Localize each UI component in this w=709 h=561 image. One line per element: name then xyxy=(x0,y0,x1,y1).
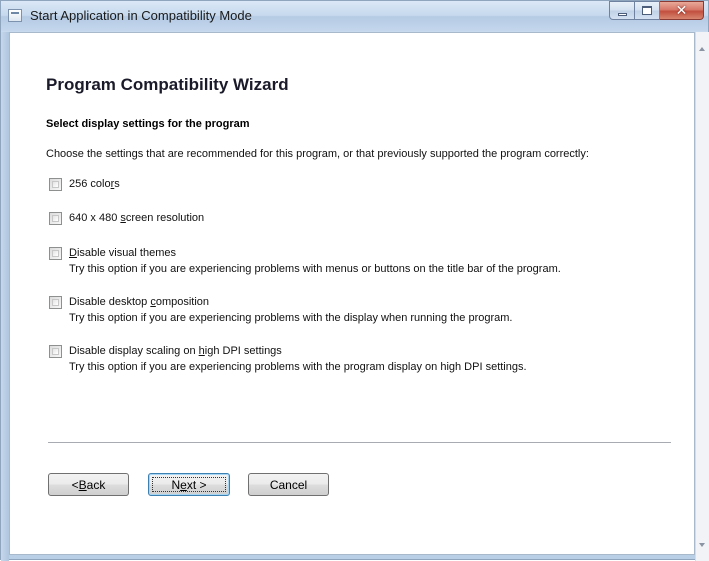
option-label: Disable desktop composition xyxy=(69,296,209,308)
checkbox[interactable] xyxy=(49,296,62,309)
option-label: 640 x 480 screen resolution xyxy=(69,212,204,224)
label-text: omposition xyxy=(155,296,210,308)
checkbox[interactable] xyxy=(49,178,62,191)
option-description: Try this option if you are experiencing … xyxy=(69,312,513,324)
option-description: Try this option if you are experiencing … xyxy=(69,263,561,275)
button-label: < xyxy=(71,477,79,492)
back-button[interactable]: < Back xyxy=(48,473,129,496)
option-label: Disable visual themes xyxy=(69,247,176,259)
checkbox[interactable] xyxy=(49,345,62,358)
label-text: creen resolution xyxy=(125,212,205,224)
window-title: Start Application in Compatibility Mode xyxy=(30,8,252,23)
checkbox[interactable] xyxy=(49,212,62,225)
vertical-scrollbar[interactable] xyxy=(695,32,709,561)
scroll-down-arrow-icon[interactable] xyxy=(699,543,705,547)
label-text: Disable desktop xyxy=(69,296,151,308)
section-heading: Select display settings for the program xyxy=(46,118,250,130)
minimize-icon xyxy=(617,12,627,16)
scroll-up-arrow-icon[interactable] xyxy=(699,47,705,51)
cancel-button[interactable]: Cancel xyxy=(248,473,329,496)
maximize-button[interactable] xyxy=(635,1,660,20)
close-icon: ✕ xyxy=(675,2,688,19)
instruction-text: Choose the settings that are recommended… xyxy=(46,148,589,160)
label-text: 256 colo xyxy=(69,178,111,190)
option-description: Try this option if you are experiencing … xyxy=(69,361,527,373)
label-text: 640 x 480 xyxy=(69,212,121,224)
next-button[interactable]: Ne xt > xyxy=(148,473,230,496)
focus-rectangle xyxy=(152,477,226,492)
app-window-icon xyxy=(8,9,22,22)
label-text: isable visual themes xyxy=(76,247,177,259)
access-key: D xyxy=(69,247,77,259)
access-key: B xyxy=(78,477,87,492)
maximize-icon xyxy=(642,6,652,15)
caption-buttons: ✕ xyxy=(609,1,704,20)
option-label: Disable display scaling on high DPI sett… xyxy=(69,345,282,357)
button-separator xyxy=(48,442,671,444)
checkbox[interactable] xyxy=(49,247,62,260)
title-bar[interactable]: Start Application in Compatibility Mode … xyxy=(1,1,708,31)
option-label: 256 colors xyxy=(69,178,120,190)
label-text: Disable display scaling on xyxy=(69,345,199,357)
button-label: ack xyxy=(86,477,106,492)
button-label: Cancel xyxy=(269,477,308,492)
close-button[interactable]: ✕ xyxy=(660,1,704,20)
window-left-frame xyxy=(1,32,9,561)
label-text: igh DPI settings xyxy=(204,345,282,357)
page-title: Program Compatibility Wizard xyxy=(46,75,289,94)
minimize-button[interactable] xyxy=(609,1,635,20)
label-text: s xyxy=(114,178,120,190)
